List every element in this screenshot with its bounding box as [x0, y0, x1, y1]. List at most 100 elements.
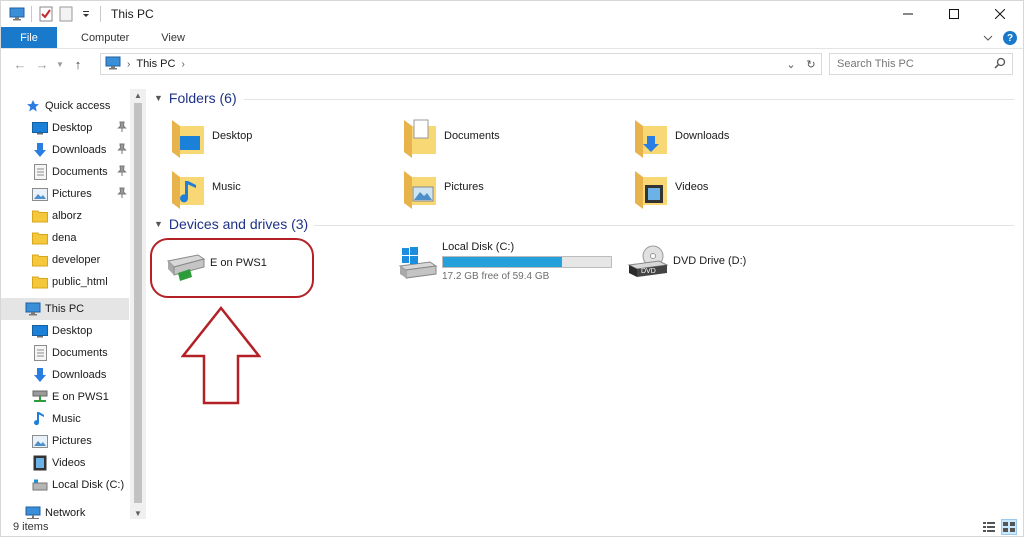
up-arrow-icon[interactable]: ↑ [67, 53, 89, 75]
sidebar-item-alborz[interactable]: alborz [1, 205, 129, 227]
properties-icon[interactable] [36, 4, 56, 24]
pin-icon [117, 143, 127, 158]
sidebar-item-this-pc[interactable]: This PC [1, 298, 129, 320]
collapse-caret-icon[interactable]: ▼ [154, 219, 163, 229]
new-folder-icon[interactable] [56, 4, 76, 24]
desktop-icon [32, 323, 48, 339]
folder-icon [32, 230, 48, 246]
devices-group-header[interactable]: ▼ Devices and drives (3) [154, 216, 308, 232]
folders-group-title: Folders (6) [168, 90, 237, 106]
tab-file[interactable]: File [1, 27, 57, 48]
sidebar-item-label: public_html [52, 276, 108, 288]
tab-view[interactable]: View [145, 27, 201, 48]
address-dropdown-icon[interactable]: ⌄ [781, 54, 801, 74]
tiles-view-icon[interactable] [1001, 519, 1017, 535]
folder-tile-music[interactable]: Music [168, 164, 241, 210]
sidebar-item-developer[interactable]: developer [1, 249, 129, 271]
help-icon[interactable]: ? [1003, 31, 1017, 45]
forward-arrow-icon[interactable]: → [31, 53, 53, 75]
navigation-pane: Quick access Desktop Downloads Documents… [1, 89, 146, 519]
folder-tile-documents[interactable]: Documents [400, 113, 500, 159]
sidebar-item-pictures[interactable]: Pictures [1, 430, 129, 452]
sidebar-item-public-html[interactable]: public_html [1, 271, 129, 293]
sidebar-item-label: Desktop [52, 122, 93, 134]
search-box[interactable] [829, 53, 1013, 75]
sidebar-item-local-disk[interactable]: Local Disk (C:) [1, 474, 129, 496]
search-icon[interactable] [994, 57, 1006, 72]
search-input[interactable] [837, 58, 987, 70]
sidebar-item-videos[interactable]: Videos [1, 452, 129, 474]
folder-tile-pictures[interactable]: Pictures [400, 164, 484, 210]
close-button[interactable] [977, 1, 1023, 27]
window-title: This PC [111, 7, 154, 21]
sidebar-item-quick-access[interactable]: Quick access [1, 95, 129, 117]
devices-group-title: Devices and drives (3) [168, 216, 309, 232]
toolbar-divider [31, 6, 32, 22]
sidebar-item-dena[interactable]: dena [1, 227, 129, 249]
item-count: 9 items [13, 521, 49, 533]
folder-tile-videos[interactable]: Videos [631, 164, 708, 210]
collapse-caret-icon[interactable]: ▼ [154, 93, 163, 103]
drive-tile-dvd[interactable]: DVD DVD Drive (D:) [627, 241, 746, 281]
downloads-folder-icon [631, 114, 671, 158]
window-controls [885, 1, 1023, 27]
folder-tile-desktop[interactable]: Desktop [168, 113, 252, 159]
maximize-button[interactable] [931, 1, 977, 27]
sidebar-item-desktop[interactable]: Desktop [1, 320, 129, 342]
sidebar-item-label: Desktop [52, 325, 93, 337]
highlight-oval-annotation [150, 238, 314, 298]
folder-icon [32, 252, 48, 268]
sidebar-item-documents-pinned[interactable]: Documents [1, 161, 129, 183]
back-arrow-icon[interactable]: ← [9, 53, 31, 75]
refresh-icon[interactable]: ↻ [801, 54, 821, 74]
drive-tile-local-disk[interactable]: Local Disk (C:) 17.2 GB free of 59.4 GB [396, 241, 612, 282]
pin-icon [117, 187, 127, 202]
recent-locations-dropdown-icon[interactable]: ▼ [53, 53, 67, 75]
breadcrumb-separator-icon[interactable]: › [127, 59, 130, 70]
folder-icon [32, 208, 48, 224]
sidebar-scrollbar[interactable]: ▲ ▼ [130, 89, 146, 519]
scroll-up-icon[interactable]: ▲ [130, 89, 146, 101]
sidebar-item-downloads-pinned[interactable]: Downloads [1, 139, 129, 161]
file-explorer-window: This PC File Computer View ? ← → ▼ ↑ › T… [0, 0, 1024, 537]
sidebar-item-pictures-pinned[interactable]: Pictures [1, 183, 129, 205]
breadcrumb-chevron-icon[interactable]: › [181, 59, 184, 70]
ribbon-right-controls: ? [983, 27, 1017, 49]
details-view-icon[interactable] [981, 519, 997, 535]
windows-disk-icon [396, 242, 438, 282]
minimize-button[interactable] [885, 1, 931, 27]
status-bar: 9 items [1, 517, 1023, 537]
sidebar-item-music[interactable]: Music [1, 408, 129, 430]
ribbon-tabs: File Computer View ? [1, 27, 1023, 49]
sidebar-item-e-on-pws1[interactable]: E on PWS1 [1, 386, 129, 408]
music-note-icon [32, 411, 48, 427]
expand-ribbon-icon[interactable] [983, 31, 993, 45]
sidebar-item-label: dena [52, 232, 77, 244]
network-drive-icon [32, 389, 48, 405]
capacity-bar-fill [443, 257, 563, 267]
sidebar-item-documents[interactable]: Documents [1, 342, 129, 364]
folder-tile-downloads[interactable]: Downloads [631, 113, 729, 159]
group-divider [244, 99, 1014, 100]
sidebar-item-label: Videos [52, 457, 86, 469]
group-divider [314, 225, 1014, 226]
computer-icon [25, 301, 41, 317]
breadcrumb-this-pc[interactable]: This PC [136, 58, 175, 70]
folders-group-header[interactable]: ▼ Folders (6) [154, 90, 237, 106]
sidebar-item-downloads[interactable]: Downloads [1, 364, 129, 386]
tab-computer[interactable]: Computer [65, 27, 145, 48]
desktop-folder-icon [168, 114, 208, 158]
sidebar-item-label: E on PWS1 [52, 391, 109, 403]
navigation-bar: ← → ▼ ↑ › This PC › ⌄ ↻ [1, 51, 1023, 77]
toolbar-divider [100, 6, 101, 22]
download-arrow-icon [32, 142, 48, 158]
pictures-folder-icon [400, 165, 440, 209]
sidebar-item-desktop-pinned[interactable]: Desktop [1, 117, 129, 139]
capacity-bar [442, 256, 612, 268]
address-bar[interactable]: › This PC › ⌄ ↻ [100, 53, 822, 75]
up-arrow-annotation [181, 306, 261, 405]
videos-folder-icon [631, 165, 671, 209]
music-folder-icon [168, 165, 208, 209]
scrollbar-thumb[interactable] [134, 103, 142, 503]
customize-toolbar-dropdown-icon[interactable] [76, 4, 96, 24]
